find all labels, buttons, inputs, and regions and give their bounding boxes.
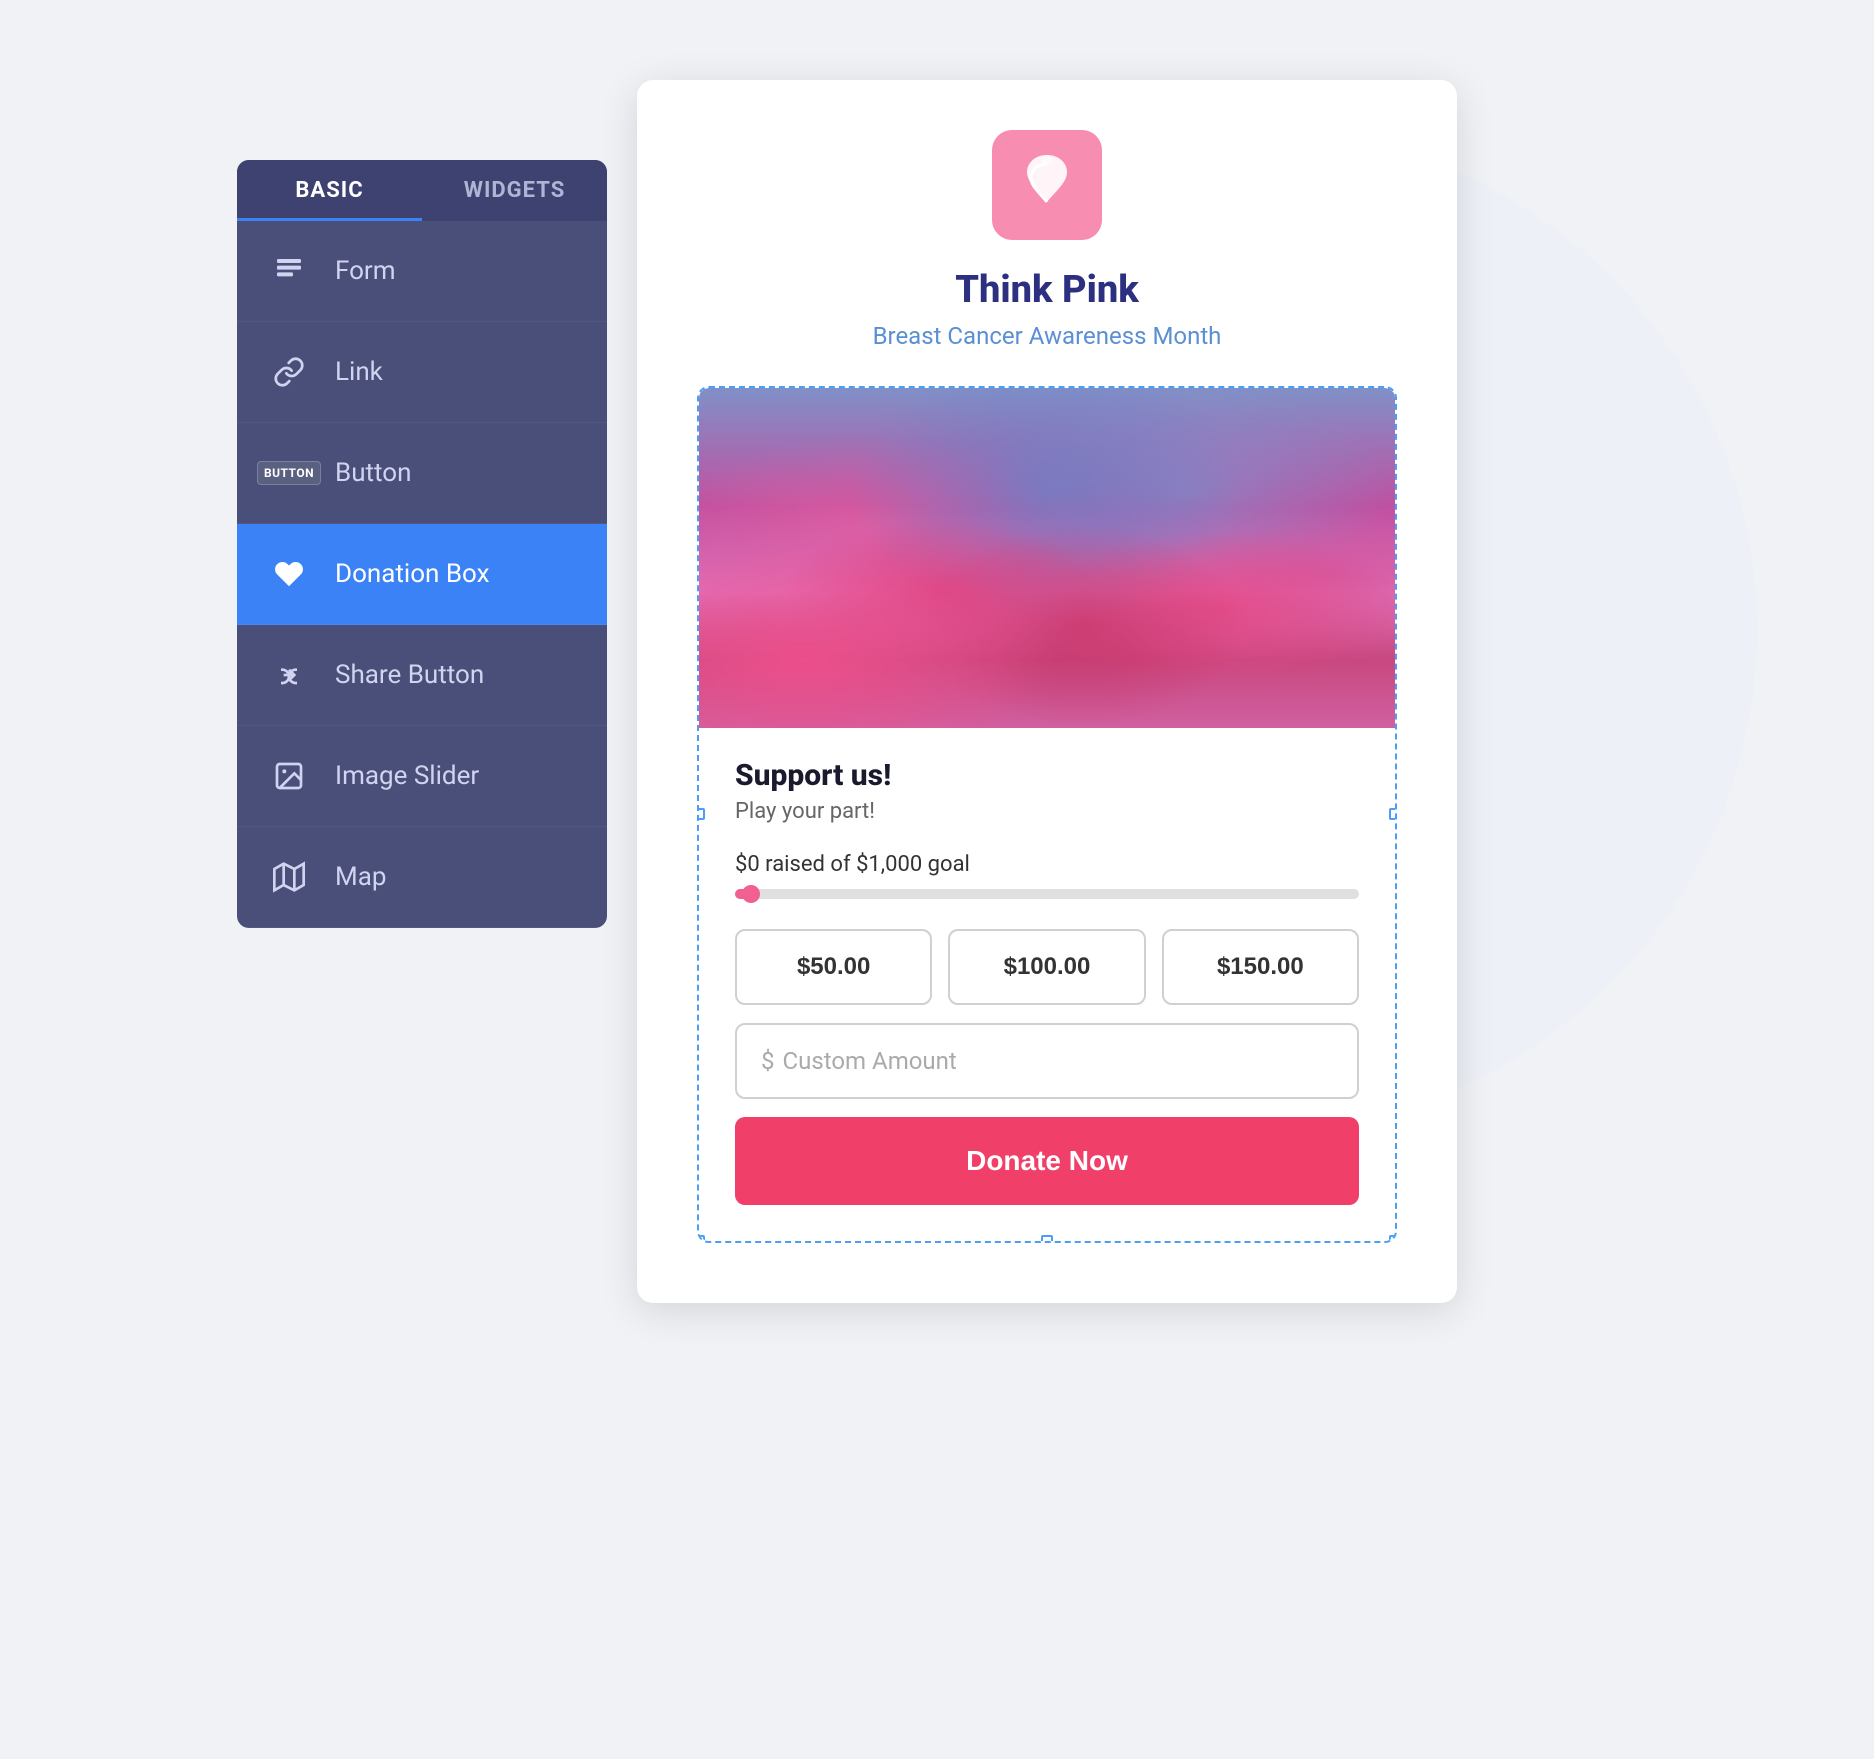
sidebar-item-label-share: Share Button bbox=[335, 660, 484, 690]
sidebar-item-share-button[interactable]: Share Button bbox=[237, 625, 607, 726]
support-subtitle: Play your part! bbox=[735, 799, 1359, 824]
amount-buttons: $50.00 $100.00 $150.00 bbox=[735, 929, 1359, 1005]
map-icon bbox=[267, 855, 311, 899]
handle-bottom-left[interactable] bbox=[697, 1235, 705, 1243]
event-image bbox=[699, 388, 1395, 728]
amount-btn-150[interactable]: $150.00 bbox=[1162, 929, 1359, 1005]
image-slider-icon bbox=[267, 754, 311, 798]
form-icon bbox=[267, 249, 311, 293]
share-icon bbox=[267, 653, 311, 697]
main-container: BASIC WIDGETS Form Link BUTTON Button bbox=[237, 80, 1637, 1680]
sidebar-item-label-link: Link bbox=[335, 357, 383, 387]
heart-icon bbox=[267, 552, 311, 596]
amount-btn-50[interactable]: $50.00 bbox=[735, 929, 932, 1005]
button-icon: BUTTON bbox=[267, 451, 311, 495]
custom-amount-placeholder: Custom Amount bbox=[783, 1047, 957, 1075]
support-title: Support us! bbox=[735, 758, 1359, 793]
sidebar-item-image-slider[interactable]: Image Slider bbox=[237, 726, 607, 827]
sidebar-item-label-map: Map bbox=[335, 862, 386, 892]
sidebar-item-button[interactable]: BUTTON Button bbox=[237, 423, 607, 524]
sidebar-item-donation-box[interactable]: Donation Box bbox=[237, 524, 607, 625]
progress-label: $0 raised of $1,000 goal bbox=[735, 852, 1359, 877]
handle-mid-left[interactable] bbox=[697, 808, 705, 820]
tab-basic[interactable]: BASIC bbox=[237, 160, 422, 221]
sidebar: BASIC WIDGETS Form Link BUTTON Button bbox=[237, 160, 607, 928]
progress-bar-track bbox=[735, 889, 1359, 899]
donation-widget: Support us! Play your part! $0 raised of… bbox=[697, 386, 1397, 1243]
link-icon bbox=[267, 350, 311, 394]
tab-widgets[interactable]: WIDGETS bbox=[422, 160, 607, 221]
custom-amount-field[interactable]: $ Custom Amount bbox=[735, 1023, 1359, 1099]
ribbon-icon bbox=[1012, 150, 1082, 220]
dollar-sign: $ bbox=[761, 1047, 775, 1075]
logo-container bbox=[697, 130, 1397, 240]
sidebar-item-label-button: Button bbox=[335, 458, 411, 488]
preview-card: Think Pink Breast Cancer Awareness Month… bbox=[637, 80, 1457, 1303]
preview-area: Think Pink Breast Cancer Awareness Month… bbox=[637, 80, 1637, 1303]
sidebar-item-label-form: Form bbox=[335, 256, 396, 286]
progress-bar-fill bbox=[735, 889, 754, 899]
sidebar-item-form[interactable]: Form bbox=[237, 221, 607, 322]
card-title: Think Pink bbox=[697, 268, 1397, 312]
card-subtitle: Breast Cancer Awareness Month bbox=[697, 322, 1397, 350]
handle-bottom-mid[interactable] bbox=[1041, 1235, 1053, 1243]
sidebar-item-label-donation-box: Donation Box bbox=[335, 559, 490, 589]
handle-mid-right[interactable] bbox=[1389, 808, 1397, 820]
sidebar-item-link[interactable]: Link bbox=[237, 322, 607, 423]
donation-content: Support us! Play your part! $0 raised of… bbox=[699, 728, 1395, 1241]
sidebar-item-label-image-slider: Image Slider bbox=[335, 761, 479, 791]
handle-bottom-right[interactable] bbox=[1389, 1235, 1397, 1243]
donate-now-button[interactable]: Donate Now bbox=[735, 1117, 1359, 1205]
amount-btn-100[interactable]: $100.00 bbox=[948, 929, 1145, 1005]
sidebar-item-map[interactable]: Map bbox=[237, 827, 607, 928]
ribbon-box bbox=[992, 130, 1102, 240]
sidebar-tabs: BASIC WIDGETS bbox=[237, 160, 607, 221]
